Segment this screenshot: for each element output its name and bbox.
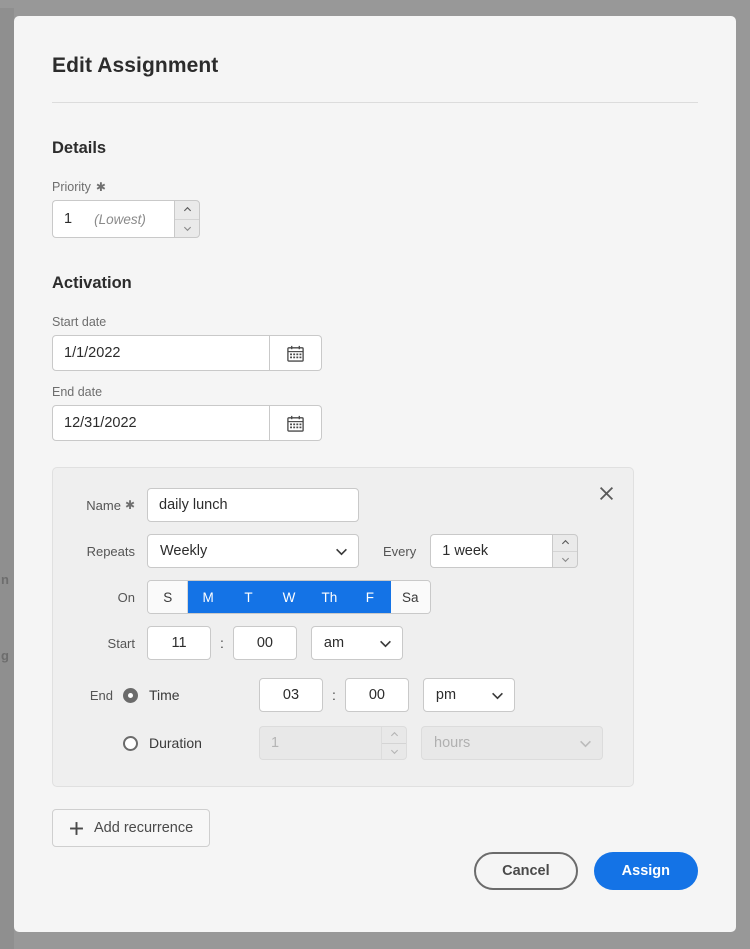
add-recurrence-label: Add recurrence: [94, 820, 194, 836]
duration-increment-button: [382, 727, 406, 744]
start-hour-input[interactable]: 11: [147, 626, 211, 660]
every-input[interactable]: 1 week: [430, 534, 553, 568]
calendar-icon: [287, 415, 304, 432]
end-time-separator: :: [332, 687, 336, 703]
every-decrement-button[interactable]: [553, 552, 577, 568]
dialog-footer: Cancel Assign: [474, 852, 698, 890]
close-icon: [599, 486, 613, 500]
recurrence-close-button[interactable]: [593, 480, 619, 506]
day-toggle-monday[interactable]: M: [188, 581, 229, 613]
chevron-down-icon: [379, 640, 391, 647]
day-toggle-friday[interactable]: F: [350, 581, 391, 613]
end-time-radio[interactable]: [123, 687, 138, 703]
day-toggle-tuesday[interactable]: T: [228, 581, 270, 613]
chevron-up-icon: [390, 732, 398, 737]
priority-increment-button[interactable]: [175, 201, 199, 220]
start-date-field[interactable]: 1/1/2022: [52, 335, 698, 371]
day-toggle-thursday[interactable]: Th: [309, 581, 351, 613]
chevron-down-icon: [183, 226, 191, 231]
recurrence-name-input[interactable]: daily lunch: [147, 488, 359, 522]
chevron-down-icon: [390, 749, 398, 754]
recurrence-name-row: Name ✱ daily lunch: [75, 488, 611, 522]
background-left-strip: [0, 8, 14, 949]
end-date-field[interactable]: 12/31/2022: [52, 405, 698, 441]
dialog-title: Edit Assignment: [52, 54, 219, 77]
edit-assignment-dialog: Edit Assignment Details Priority ✱ 1 (Lo…: [14, 16, 736, 932]
start-time-label: Start: [107, 635, 135, 651]
duration-unit-select: hours: [421, 726, 603, 760]
duration-stepper: 1: [259, 726, 407, 760]
every-label: Every: [383, 543, 417, 559]
title-divider: [52, 102, 698, 103]
end-date-label: End date: [52, 385, 103, 399]
assign-button[interactable]: Assign: [593, 852, 698, 890]
every-stepper-buttons[interactable]: [552, 534, 579, 568]
calendar-icon: [287, 345, 304, 362]
start-date-label: Start date: [52, 315, 107, 329]
start-meridiem-select[interactable]: am: [310, 626, 403, 660]
duration-input: 1: [259, 726, 381, 760]
recurrence-on-row: On S M T W Th F Sa: [75, 580, 611, 614]
activation-heading: Activation: [52, 274, 132, 292]
duration-decrement-button: [382, 744, 406, 760]
add-recurrence-button[interactable]: Add recurrence: [52, 809, 211, 847]
chevron-down-icon: [336, 548, 347, 555]
day-toggle-saturday[interactable]: Sa: [390, 581, 430, 613]
recurrence-name-label-text: Name: [86, 497, 121, 513]
end-date-calendar-button[interactable]: [270, 405, 322, 441]
chevron-down-icon: [561, 557, 569, 562]
every-stepper[interactable]: 1 week: [430, 534, 579, 568]
priority-stepper[interactable]: 1 (Lowest): [52, 200, 200, 238]
priority-stepper-buttons[interactable]: [174, 200, 200, 238]
end-meridiem-value: pm: [435, 687, 457, 703]
chevron-down-icon: [491, 692, 503, 699]
priority-label-text: Priority: [52, 180, 91, 194]
start-date-calendar-button[interactable]: [270, 335, 322, 371]
background-edge-fragment: n: [1, 572, 9, 587]
priority-hint: (Lowest): [94, 211, 146, 227]
every-increment-button[interactable]: [553, 535, 578, 552]
recurrence-start-row: Start 11 : 00 am: [75, 626, 611, 660]
repeats-select[interactable]: Weekly: [147, 534, 359, 568]
plus-icon: [70, 821, 83, 835]
day-toggle-wednesday[interactable]: W: [269, 581, 310, 613]
on-label: On: [117, 589, 135, 605]
end-minute-input[interactable]: 00: [344, 678, 409, 712]
priority-input[interactable]: 1 (Lowest): [52, 200, 174, 238]
repeats-label: Repeats: [86, 543, 135, 559]
start-date-input[interactable]: 1/1/2022: [52, 335, 270, 371]
recurrence-end-duration-row: Duration 1 hours: [75, 726, 611, 760]
duration-unit-value: hours: [434, 735, 471, 751]
end-duration-radio-label: Duration: [149, 735, 202, 751]
chevron-up-icon: [561, 540, 569, 545]
end-label: End: [89, 687, 113, 703]
priority-decrement-button[interactable]: [175, 220, 199, 238]
end-time-radio-label: Time: [149, 687, 180, 703]
details-heading: Details: [52, 139, 107, 157]
background-edge-fragment: g: [1, 648, 9, 663]
chevron-down-icon: [580, 740, 591, 747]
end-date-input[interactable]: 12/31/2022: [52, 405, 270, 441]
required-asterisk-icon: ✱: [124, 498, 135, 512]
recurrence-end-time-row: End Time 03 : 00 pm: [75, 678, 611, 712]
end-duration-radio[interactable]: [123, 735, 138, 751]
chevron-up-icon: [183, 207, 191, 212]
recurrence-repeats-row: Repeats Weekly Every 1 week: [75, 534, 611, 568]
start-minute-input[interactable]: 00: [232, 626, 297, 660]
cancel-button[interactable]: Cancel: [474, 852, 578, 890]
end-hour-input[interactable]: 03: [259, 678, 323, 712]
day-toggle-sunday[interactable]: S: [148, 581, 189, 613]
priority-label: Priority ✱: [52, 180, 698, 194]
start-time-separator: :: [220, 635, 224, 651]
day-of-week-selector[interactable]: S M T W Th F Sa: [147, 580, 431, 614]
priority-value: 1: [64, 211, 73, 227]
duration-stepper-buttons: [381, 726, 407, 760]
recurrence-name-label: Name ✱: [75, 498, 147, 513]
required-asterisk-icon: ✱: [95, 180, 106, 194]
repeats-value: Weekly: [160, 543, 208, 559]
end-meridiem-select[interactable]: pm: [422, 678, 515, 712]
recurrence-panel: Name ✱ daily lunch Repeats Weekly Every …: [52, 467, 634, 787]
start-meridiem-value: am: [323, 635, 345, 651]
